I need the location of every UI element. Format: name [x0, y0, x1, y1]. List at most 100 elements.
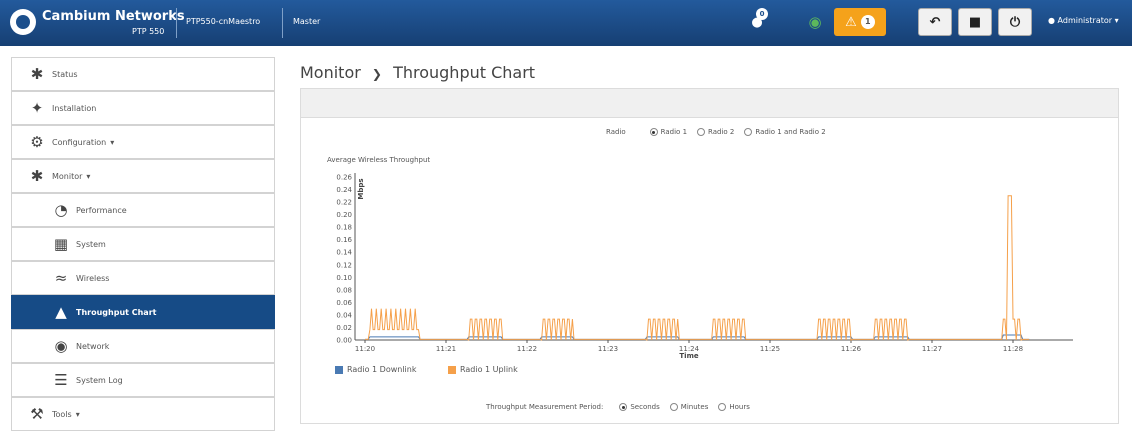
- notification-button[interactable]: ● 0: [742, 8, 772, 36]
- sidebar-item-label: Monitor: [52, 171, 83, 181]
- legend-uplink[interactable]: Radio 1 Uplink: [448, 365, 518, 374]
- chevron-down-icon: ▾: [75, 409, 80, 419]
- sidebar-item-tools[interactable]: ⚒ Tools ▾: [11, 397, 275, 431]
- x-tick-label: 11:25: [760, 345, 780, 353]
- legend-downlink[interactable]: Radio 1 Downlink: [335, 365, 416, 374]
- period-minutes-radio[interactable]: [669, 403, 678, 411]
- reboot-button[interactable]: ⏻: [998, 8, 1032, 36]
- x-tick-label: 11:27: [922, 345, 942, 353]
- notification-count: 0: [756, 8, 768, 20]
- period-label: Throughput Measurement Period:: [486, 403, 604, 411]
- sidebar-item-label: System Log: [76, 375, 123, 385]
- period-selector: Throughput Measurement Period: Seconds M…: [486, 403, 750, 411]
- period-option-label: Minutes: [680, 403, 709, 411]
- wrench-icon: ⚒: [30, 405, 44, 423]
- x-tick-label: 11:23: [598, 345, 618, 353]
- sidebar-item-system-log[interactable]: ☰ System Log: [11, 363, 275, 397]
- period-hours-radio[interactable]: [718, 403, 727, 411]
- wifi-icon: ≈: [54, 269, 68, 287]
- page-title: Throughput Chart: [393, 63, 536, 82]
- undo-button[interactable]: ↶: [918, 8, 952, 36]
- gear-icon: ⚙: [30, 133, 44, 151]
- radio-option-both[interactable]: [744, 128, 753, 136]
- chevron-down-icon: ▾: [110, 137, 115, 147]
- network-icon: ◉: [54, 337, 68, 355]
- undo-icon: ↶: [929, 14, 941, 30]
- legend-swatch: [335, 365, 343, 374]
- brand-name: Cambium Networks: [42, 9, 185, 24]
- y-tick-label: 0.18: [336, 224, 352, 232]
- sidebar-item-installation[interactable]: ✦ Installation: [11, 91, 275, 125]
- user-icon: ●: [1048, 16, 1055, 25]
- y-axis-label: Mbps: [357, 178, 365, 199]
- sidebar-item-status[interactable]: ✱ Status: [11, 57, 275, 91]
- alarm-button[interactable]: ⚠ 1: [834, 8, 886, 36]
- y-tick-label: 0.00: [336, 337, 352, 345]
- alarm-icon: ⚠: [845, 14, 857, 30]
- alarm-count: 1: [860, 15, 875, 29]
- globe-icon: ◉: [808, 13, 822, 31]
- sidebar-item-throughput-chart[interactable]: ▲ Throughput Chart: [11, 295, 275, 329]
- radio-option-2[interactable]: [697, 128, 706, 136]
- legend-label: Radio 1 Uplink: [460, 365, 518, 374]
- chevron-right-icon: ❯: [371, 67, 382, 81]
- y-tick-label: 0.16: [336, 236, 352, 244]
- cambium-logo-icon: [10, 9, 36, 35]
- radio-option-label: Radio 2: [708, 128, 735, 136]
- device-role: Master: [293, 17, 321, 26]
- globe-button[interactable]: ◉: [800, 8, 830, 36]
- x-tick-label: 11:20: [355, 345, 375, 353]
- installation-icon: ✦: [30, 99, 44, 117]
- y-tick-label: 0.08: [336, 286, 352, 294]
- y-tick-label: 0.22: [336, 199, 352, 207]
- monitor-icon: ✱: [30, 167, 44, 185]
- sidebar-item-performance[interactable]: ◔ Performance: [11, 193, 275, 227]
- chevron-down-icon: ▾: [86, 171, 91, 181]
- breadcrumb-parent[interactable]: Monitor: [300, 63, 361, 82]
- x-tick-label: 11:21: [436, 345, 456, 353]
- sidebar-item-network[interactable]: ◉ Network: [11, 329, 275, 363]
- x-tick-label: 11:26: [841, 345, 862, 353]
- chevron-down-icon: ▾: [1114, 16, 1119, 25]
- y-tick-label: 0.04: [336, 311, 352, 319]
- brand-model: PTP 550: [132, 27, 165, 36]
- gauge-icon: ◔: [54, 201, 68, 219]
- y-tick-label: 0.26: [336, 174, 352, 182]
- sidebar-item-label: Throughput Chart: [76, 307, 157, 317]
- sidebar-item-monitor[interactable]: ✱ Monitor ▾: [11, 159, 275, 193]
- header-divider: [282, 8, 283, 38]
- device-name: PTP550-cnMaestro: [186, 17, 261, 26]
- radio-selector: Radio Radio 1 Radio 2 Radio 1 and Radio …: [606, 128, 826, 136]
- sidebar: ✱ Status ✦ Installation ⚙ Configuration …: [11, 57, 275, 431]
- power-icon: ⏻: [1009, 14, 1021, 30]
- radio-option-1[interactable]: [649, 128, 658, 136]
- period-seconds-radio[interactable]: [619, 403, 628, 411]
- save-button[interactable]: ■: [958, 8, 992, 36]
- sidebar-item-label: Installation: [52, 103, 97, 113]
- user-name: Administrator: [1057, 16, 1113, 25]
- y-tick-label: 0.02: [336, 324, 352, 332]
- y-tick-label: 0.06: [336, 299, 352, 307]
- sidebar-item-wireless[interactable]: ≈ Wireless: [11, 261, 275, 295]
- period-option-label: Hours: [729, 403, 750, 411]
- sidebar-item-label: Tools: [52, 409, 72, 419]
- x-tick-label: 11:22: [517, 345, 537, 353]
- sidebar-item-system[interactable]: ▦ System: [11, 227, 275, 261]
- legend-swatch: [448, 365, 456, 374]
- log-icon: ☰: [54, 371, 68, 389]
- series-uplink-line: [365, 195, 1030, 341]
- period-option-label: Seconds: [630, 403, 660, 411]
- user-menu[interactable]: ● Administrator ▾: [1048, 16, 1119, 25]
- y-tick-label: 0.14: [336, 249, 352, 257]
- sidebar-item-label: Performance: [76, 205, 127, 215]
- sidebar-item-label: Network: [76, 341, 110, 351]
- radio-option-label: Radio 1 and Radio 2: [755, 128, 826, 136]
- throughput-chart: 0.00 0.02 0.04 0.06 0.08 0.10 0.12 0.14 0.16 0.18…: [336, 173, 1073, 360]
- system-icon: ▦: [53, 235, 69, 253]
- sidebar-item-label: Wireless: [76, 273, 110, 283]
- brand-logo[interactable]: Cambium Networks PTP 550: [10, 5, 185, 41]
- radio-label: Radio: [606, 128, 626, 136]
- sidebar-item-label: Configuration: [52, 137, 107, 147]
- top-header: Cambium Networks PTP 550 PTP550-cnMaestr…: [0, 0, 1132, 46]
- sidebar-item-configuration[interactable]: ⚙ Configuration ▾: [11, 125, 275, 159]
